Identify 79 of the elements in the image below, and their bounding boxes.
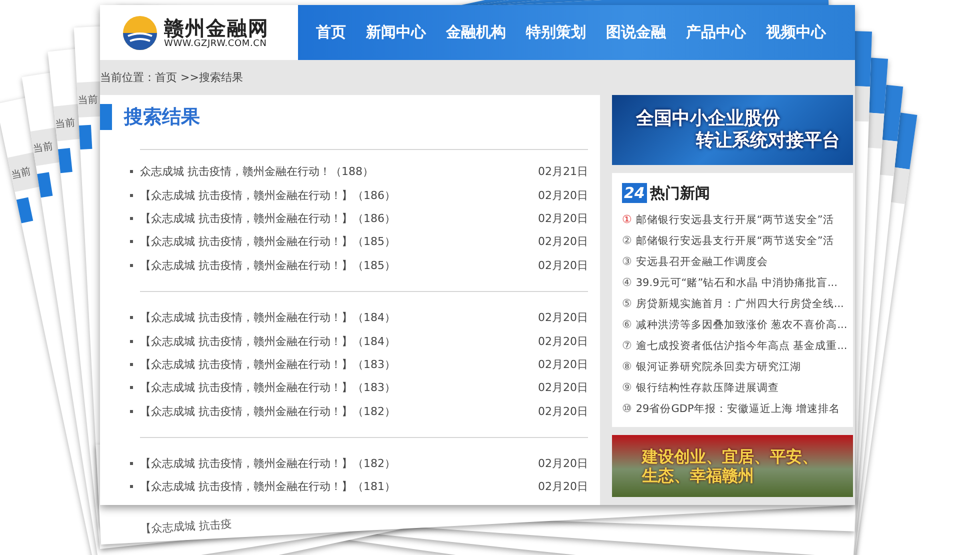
result-link[interactable]: 【众志成城 抗击疫情，赣州金融在行动！】（185） (140, 258, 396, 273)
ad-banner[interactable]: 建设创业、宜居、平安、 生态、幸福赣州 (612, 435, 853, 497)
bullet-icon (130, 462, 133, 466)
title-marker (100, 104, 112, 130)
breadcrumb-text: 当前 (77, 93, 98, 108)
result-date: 02月20日 (538, 210, 588, 226)
bullet-icon (130, 362, 133, 366)
rank-number: ⑦ (622, 339, 632, 352)
logo-icon (122, 14, 158, 50)
hot-news-badge: 24 (622, 183, 647, 203)
bullet-icon (130, 170, 133, 174)
bullet-icon (130, 386, 133, 390)
rank-number: ④ (622, 276, 632, 289)
hot-news-title: 热门新闻 (650, 184, 710, 202)
bullet-icon (130, 485, 133, 488)
breadcrumb-text: 当前 (54, 116, 76, 131)
rank-number: ③ (622, 255, 632, 268)
bullet-icon (130, 410, 133, 413)
result-date: 02月20日 (538, 234, 588, 250)
result-link[interactable]: 【众志成城 抗击疫情，赣州金融在行动！】（186） (140, 210, 396, 226)
result-link[interactable]: 【众志成城 抗击疫情，赣州金融在行动！】（182） (140, 404, 396, 419)
bullet-icon (130, 316, 133, 320)
result-link[interactable]: 【众志成城 抗击疫情，赣州金融在行动！】（181） (140, 479, 396, 494)
rank-number: ⑧ (622, 360, 632, 373)
result-date: 02月20日 (538, 258, 588, 273)
nav-link[interactable]: 新闻中心 (356, 23, 436, 42)
rank-number: ⑥ (622, 318, 632, 331)
rank-number: ⑤ (622, 297, 632, 310)
nav-link[interactable]: 金融机构 (436, 23, 516, 42)
result-date: 02月20日 (538, 188, 588, 203)
nav-link[interactable]: 产品中心 (676, 23, 756, 42)
result-link[interactable]: 【众志成城 抗击疫情，赣州金融在行动！】（183） (140, 356, 396, 372)
news-link[interactable]: 房贷新规实施首月：广州四大行房贷全线... (636, 296, 844, 310)
result-date: 02月20日 (538, 479, 588, 494)
news-link[interactable]: 邮储银行安远县支行开展“两节送安全”活 (636, 234, 834, 248)
result-link[interactable]: 【众志成城 抗击疫情，赣州金融在行动！】（184） (140, 310, 396, 326)
bullet-icon (130, 240, 133, 244)
news-link[interactable]: 逾七成投资者低估沪指今年高点 基金成重... (636, 338, 848, 352)
result-date: 02月21日 (538, 164, 588, 180)
result-link[interactable]: 【众志成城 抗击疫情，赣州金融在行动！】（185） (140, 234, 396, 250)
nav-link[interactable]: 图说金融 (596, 23, 676, 42)
result-link[interactable]: 【众志成城 抗击疫情，赣州金融在行动！】（183） (140, 380, 396, 396)
nav-link[interactable]: 特别策划 (516, 23, 596, 42)
news-link[interactable]: 安远县召开金融工作调度会 (636, 254, 768, 268)
bullet-icon (130, 340, 133, 343)
result-date: 02月20日 (538, 380, 588, 396)
result-date: 02月20日 (538, 334, 588, 349)
result-link[interactable]: 【众志成城 抗击疫情，赣州金融在行动！】（184） (140, 334, 396, 349)
rank-number: ⑩ (622, 402, 632, 415)
section-title: 搜索结果 (124, 105, 200, 130)
result-link[interactable]: 【众志成城 抗击疫情，赣州金融在行动！】（186） (140, 188, 396, 203)
result-date: 02月20日 (538, 310, 588, 326)
nav-link[interactable]: 首页 (306, 23, 356, 42)
breadcrumb-text: 当前 (10, 164, 32, 182)
site-logo-name: 赣州金融网 (164, 16, 269, 38)
bullet-icon (130, 264, 133, 267)
ad-banner[interactable]: 全国中小企业股份 转让系统对接平台 (612, 95, 853, 165)
title-marker (16, 197, 34, 224)
news-link[interactable]: 减种洪涝等多因叠加致涨价 葱农不喜价高... (636, 318, 848, 332)
site-url: WWW.GZJRW.COM.CN (164, 38, 268, 48)
news-link[interactable]: 39.9元可“赌”钻石和水晶 中消协痛批盲... (636, 276, 838, 290)
news-link[interactable]: 银行结构性存款压降进展调查 (636, 380, 779, 394)
result-date: 02月20日 (538, 356, 588, 372)
result-date: 02月20日 (538, 404, 588, 419)
breadcrumb-text: 当前位置：首页 >>搜索结果 (100, 70, 243, 85)
bullet-icon (130, 194, 133, 197)
result-link[interactable]: 【众志成城 抗击疫情，赣州金融在行动！】（182） (140, 456, 396, 472)
result-date: 02月20日 (538, 456, 588, 472)
news-link[interactable]: 29省份GDP年报：安徽逼近上海 增速排名 (636, 402, 840, 416)
news-link[interactable]: 邮储银行安远县支行开展“两节送安全”活 (636, 212, 834, 226)
nav-link[interactable]: 视频中心 (756, 23, 836, 42)
bullet-icon (130, 216, 133, 220)
news-link[interactable]: 银河证券研究院杀回卖方研究江湖 (636, 360, 801, 374)
rank-number: ① (622, 213, 632, 226)
breadcrumb-text: 当前 (32, 140, 54, 156)
title-marker (78, 124, 92, 150)
rank-number: ⑨ (622, 381, 632, 394)
rank-number: ② (622, 234, 632, 247)
result-link[interactable]: 众志成城 抗击疫情，赣州金融在行动！（188） (140, 164, 374, 180)
